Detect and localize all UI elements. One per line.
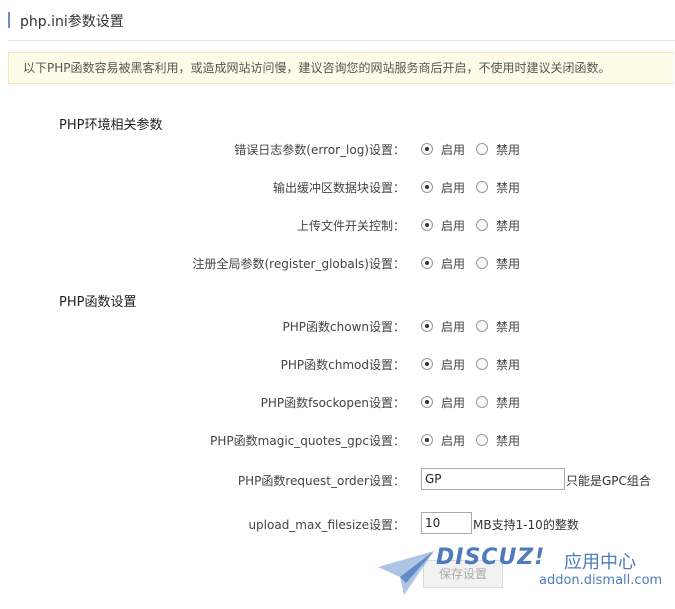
setting-row-chown: PHP函数chown设置： 启用 禁用 bbox=[0, 314, 675, 338]
enable-radio[interactable] bbox=[421, 143, 433, 155]
watermark-url: addon.dismall.com bbox=[539, 573, 663, 588]
enable-label[interactable]: 启用 bbox=[441, 141, 465, 158]
page-title: php.ini参数设置 bbox=[20, 14, 124, 30]
setting-label: PHP函数fsockopen设置： bbox=[260, 396, 405, 410]
enable-label[interactable]: 启用 bbox=[441, 318, 465, 335]
upload-max-input[interactable] bbox=[421, 512, 472, 534]
disable-radio[interactable] bbox=[476, 219, 488, 231]
title-bar: php.ini参数设置 bbox=[8, 8, 675, 41]
disable-label[interactable]: 禁用 bbox=[496, 141, 520, 158]
disable-label[interactable]: 禁用 bbox=[496, 179, 520, 196]
enable-label[interactable]: 启用 bbox=[441, 179, 465, 196]
discuz-watermark: DISCUZ! 应用中心 addon.dismall.com bbox=[376, 543, 666, 603]
setting-row-fsockopen: PHP函数fsockopen设置： 启用 禁用 bbox=[0, 390, 675, 414]
enable-label[interactable]: 启用 bbox=[441, 255, 465, 272]
disable-label[interactable]: 禁用 bbox=[496, 217, 520, 234]
disable-radio[interactable] bbox=[476, 434, 488, 446]
setting-label: PHP函数chmod设置： bbox=[280, 358, 405, 372]
section-title-env: PHP环境相关参数 bbox=[59, 118, 163, 133]
setting-row-magic-quotes-gpc: PHP函数magic_quotes_gpc设置： 启用 禁用 bbox=[0, 428, 675, 452]
setting-row-chmod: PHP函数chmod设置： 启用 禁用 bbox=[0, 352, 675, 376]
enable-label[interactable]: 启用 bbox=[441, 217, 465, 234]
disable-radio[interactable] bbox=[476, 181, 488, 193]
enable-radio[interactable] bbox=[421, 219, 433, 231]
enable-label[interactable]: 启用 bbox=[441, 432, 465, 449]
title-accent-bar bbox=[8, 12, 10, 28]
setting-row-error-log: 错误日志参数(error_log)设置： 启用 禁用 bbox=[0, 137, 675, 161]
enable-radio[interactable] bbox=[421, 257, 433, 269]
section-title-functions: PHP函数设置 bbox=[59, 295, 137, 310]
disable-radio[interactable] bbox=[476, 143, 488, 155]
notice-banner: 以下PHP函数容易被黑客利用，或造成网站访问慢，建议咨询您的网站服务商后开启，不… bbox=[8, 52, 674, 84]
enable-radio[interactable] bbox=[421, 320, 433, 332]
request-order-hint: 只能是GPC组合 bbox=[566, 474, 651, 488]
setting-label: 输出缓冲区数据块设置： bbox=[272, 181, 405, 195]
enable-label[interactable]: 启用 bbox=[441, 356, 465, 373]
upload-max-hint: MB支持1-10的整数 bbox=[473, 518, 579, 532]
disable-radio[interactable] bbox=[476, 320, 488, 332]
setting-label: 注册全局参数(register_globals)设置： bbox=[192, 257, 406, 271]
setting-label: PHP函数magic_quotes_gpc设置： bbox=[210, 434, 405, 448]
setting-label: PHP函数chown设置： bbox=[282, 320, 405, 334]
enable-radio[interactable] bbox=[421, 181, 433, 193]
setting-row-output-buffer: 输出缓冲区数据块设置： 启用 禁用 bbox=[0, 175, 675, 199]
enable-label[interactable]: 启用 bbox=[441, 394, 465, 411]
disable-radio[interactable] bbox=[476, 358, 488, 370]
setting-label: 上传文件开关控制： bbox=[296, 219, 405, 233]
setting-label: upload_max_filesize设置： bbox=[248, 518, 405, 532]
disable-label[interactable]: 禁用 bbox=[496, 255, 520, 272]
enable-radio[interactable] bbox=[421, 358, 433, 370]
disable-label[interactable]: 禁用 bbox=[496, 432, 520, 449]
paper-plane-icon bbox=[378, 551, 434, 595]
watermark-brand: DISCUZ! bbox=[436, 545, 546, 570]
disable-radio[interactable] bbox=[476, 396, 488, 408]
setting-row-register-globals: 注册全局参数(register_globals)设置： 启用 禁用 bbox=[0, 251, 675, 275]
setting-row-request-order: PHP函数request_order设置： 只能是GPC组合 bbox=[0, 468, 675, 492]
setting-row-file-upload: 上传文件开关控制： 启用 禁用 bbox=[0, 213, 675, 237]
setting-label: 错误日志参数(error_log)设置： bbox=[234, 143, 405, 157]
watermark-cn: 应用中心 bbox=[564, 552, 636, 573]
disable-label[interactable]: 禁用 bbox=[496, 318, 520, 335]
disable-label[interactable]: 禁用 bbox=[496, 394, 520, 411]
enable-radio[interactable] bbox=[421, 434, 433, 446]
disable-radio[interactable] bbox=[476, 257, 488, 269]
disable-label[interactable]: 禁用 bbox=[496, 356, 520, 373]
enable-radio[interactable] bbox=[421, 396, 433, 408]
request-order-input[interactable] bbox=[421, 468, 565, 490]
setting-row-upload-max-filesize: upload_max_filesize设置： MB支持1-10的整数 bbox=[0, 512, 675, 536]
setting-label: PHP函数request_order设置： bbox=[237, 474, 405, 488]
